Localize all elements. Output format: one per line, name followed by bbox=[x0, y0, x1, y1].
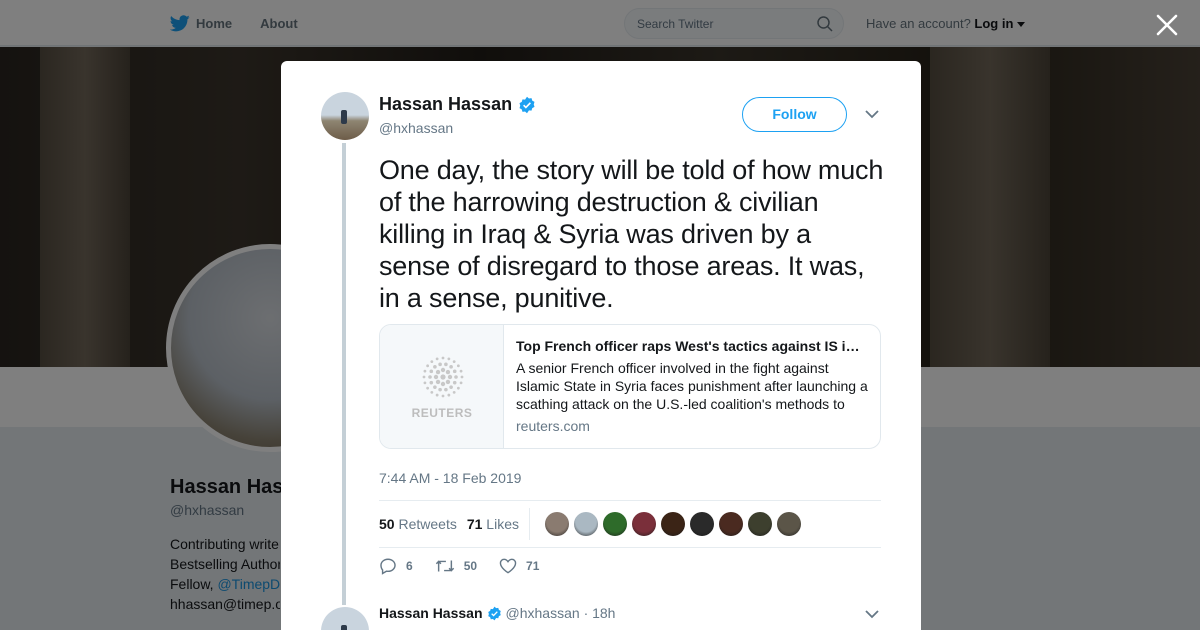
likes-label: Likes bbox=[486, 516, 519, 532]
liker-avatar[interactable] bbox=[544, 512, 569, 536]
reply-header: Hassan Hassan @hxhassan · 18h bbox=[379, 605, 615, 621]
card-description: A senior French officer involved in the … bbox=[516, 360, 868, 412]
liker-avatar[interactable] bbox=[631, 512, 656, 536]
liker-avatar[interactable] bbox=[660, 512, 685, 536]
thread-line bbox=[342, 143, 346, 605]
liker-avatars bbox=[544, 512, 806, 536]
like-count: 71 bbox=[526, 559, 540, 573]
card-title: Top French officer raps West's tactics a… bbox=[516, 338, 868, 354]
reuters-logo-icon bbox=[422, 356, 464, 398]
reply-author-name[interactable]: Hassan Hassan bbox=[379, 605, 483, 621]
liker-avatar[interactable] bbox=[602, 512, 627, 536]
reply-author-handle[interactable]: @hxhassan bbox=[506, 605, 580, 621]
card-image: REUTERS bbox=[380, 325, 504, 448]
retweet-count: 50 bbox=[463, 559, 478, 573]
author-name-text: Hassan Hassan bbox=[379, 94, 513, 114]
reply-author-avatar[interactable] bbox=[321, 607, 369, 630]
verified-badge-icon bbox=[519, 96, 535, 113]
liker-avatar[interactable] bbox=[689, 512, 714, 536]
reply-icon bbox=[380, 558, 396, 575]
likes-count: 71 bbox=[466, 516, 483, 532]
reply-button[interactable]: 6 bbox=[379, 557, 413, 575]
retweet-button[interactable]: 50 bbox=[435, 558, 477, 574]
liker-avatar[interactable] bbox=[747, 512, 772, 536]
chevron-down-icon[interactable] bbox=[865, 109, 879, 119]
tweet-timestamp[interactable]: 7:44 AM - 18 Feb 2019 bbox=[379, 470, 521, 486]
retweets-stat[interactable]: 50 Retweets bbox=[379, 516, 457, 532]
verified-badge-icon bbox=[487, 606, 501, 620]
tweet-text: One day, the story will be told of how m… bbox=[379, 155, 884, 313]
retweets-label: Retweets bbox=[398, 516, 457, 532]
follow-button[interactable]: Follow bbox=[742, 97, 847, 132]
liker-avatar[interactable] bbox=[776, 512, 801, 536]
retweets-count: 50 bbox=[379, 516, 395, 532]
card-domain: reuters.com bbox=[516, 418, 590, 434]
likes-stat[interactable]: 71 Likes bbox=[467, 516, 519, 532]
card-image-brand: REUTERS bbox=[411, 406, 473, 420]
chevron-down-icon[interactable] bbox=[865, 609, 879, 619]
liker-avatar[interactable] bbox=[573, 512, 598, 536]
reply-time[interactable]: · 18h bbox=[584, 605, 616, 621]
reply-count: 6 bbox=[406, 559, 413, 573]
retweet-icon bbox=[435, 560, 454, 572]
tweet-author-avatar[interactable] bbox=[321, 92, 369, 140]
stats-divider bbox=[528, 508, 530, 540]
tweet-actions: 6 50 71 bbox=[379, 557, 561, 575]
card-body: Top French officer raps West's tactics a… bbox=[504, 325, 880, 448]
heart-icon bbox=[499, 558, 517, 574]
like-button[interactable]: 71 bbox=[499, 558, 539, 574]
tweet-author-name[interactable]: Hassan Hassan bbox=[379, 94, 536, 115]
tweet-author-handle[interactable]: @hxhassan bbox=[379, 120, 453, 136]
link-preview-card[interactable]: REUTERS Top French officer raps West's t… bbox=[379, 324, 881, 449]
tweet-modal: Hassan Hassan @hxhassan Follow One day, … bbox=[281, 61, 921, 630]
liker-avatar[interactable] bbox=[718, 512, 743, 536]
avatar-figure bbox=[341, 110, 347, 124]
avatar-figure bbox=[341, 625, 347, 630]
close-icon[interactable] bbox=[1154, 12, 1180, 38]
tweet-stats: 50 Retweets 71 Likes bbox=[379, 500, 881, 548]
